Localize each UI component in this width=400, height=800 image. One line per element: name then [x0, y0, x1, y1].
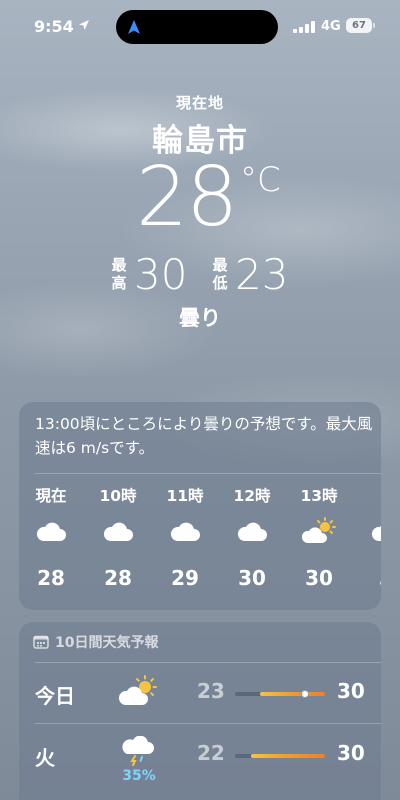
high-value: 30 — [134, 250, 188, 299]
hour-label: 10時 — [99, 487, 137, 505]
day-row[interactable]: 今日 23 30 — [19, 664, 381, 722]
divider — [35, 662, 381, 663]
low-label-char: 最 — [212, 256, 228, 274]
battery-tip — [373, 23, 375, 28]
partly-cloudy-icon — [118, 674, 159, 710]
temperature-value: 28 — [136, 150, 238, 245]
temp-range-bar — [235, 690, 325, 698]
current-weather: 現在地 輪島市 28 °C — [0, 86, 400, 246]
status-bar: 9:54 4G 67 — [0, 0, 400, 54]
high-low-temps: 最 高 30 最 低 23 — [0, 250, 400, 299]
hour-label: 現在 — [35, 487, 67, 505]
low-label: 最 低 — [211, 256, 229, 292]
current-temperature: 28 °C — [0, 150, 400, 246]
day-low: 23 — [197, 679, 225, 703]
day-high: 30 — [337, 679, 365, 703]
day-low: 22 — [197, 741, 225, 765]
hour-item: 1 3 — [356, 484, 381, 590]
thunderstorm-icon: 35% — [119, 735, 159, 784]
temp-range-fill — [251, 754, 325, 758]
hour-item: 現在 28 — [21, 484, 81, 590]
high-label-char: 高 — [111, 274, 127, 292]
partly-cloudy-icon — [289, 506, 349, 556]
navigation-arrow-icon — [128, 20, 140, 34]
calendar-icon — [33, 635, 49, 649]
cloud-icon — [356, 506, 381, 556]
forecast-summary: 13:00頃にところにより曇りの予想です。最大風速は6 m/sです。 — [35, 415, 373, 457]
high-label: 最 高 — [110, 256, 128, 292]
divider — [35, 723, 381, 724]
dynamic-island — [116, 10, 278, 44]
hour-item: 11時 29 — [155, 484, 215, 590]
status-time: 9:54 — [34, 17, 74, 36]
current-temp-dot — [301, 690, 310, 698]
hour-temp: 3 — [356, 566, 381, 590]
hour-temp: 29 — [171, 566, 199, 590]
temp-range-fill — [260, 692, 325, 696]
day-name: 火 — [35, 746, 55, 770]
hour-item: 10時 28 — [88, 484, 148, 590]
hour-item: 13時 30 — [289, 484, 349, 590]
location-label: 現在地 — [175, 94, 224, 112]
day-high: 30 — [337, 741, 365, 765]
hour-item: 12時 30 — [222, 484, 282, 590]
hour-temp: 28 — [104, 566, 132, 590]
cloud-icon — [21, 506, 81, 556]
precipitation-chance: 35% — [122, 768, 156, 784]
hour-temp: 30 — [305, 566, 333, 590]
hourly-forecast-card[interactable]: 13:00頃にところにより曇りの予想です。最大風速は6 m/sです。 現在 28… — [19, 402, 381, 610]
temp-range-bar — [235, 754, 325, 758]
low-label-char: 低 — [212, 274, 228, 292]
condition-text: 曇り — [179, 306, 221, 330]
battery-icon: 67 — [346, 18, 372, 33]
network-type: 4G — [321, 19, 341, 34]
ten-day-header: 10日間天気予報 — [33, 632, 158, 652]
temperature-unit: °C — [240, 160, 281, 200]
cloud-icon — [88, 506, 148, 556]
cloud-icon — [222, 506, 282, 556]
divider — [35, 473, 381, 474]
hour-label: 1 — [356, 484, 382, 506]
ten-day-forecast-card[interactable]: 10日間天気予報 今日 23 30 火 35% 22 30 — [19, 622, 381, 800]
location-arrow-icon — [79, 20, 89, 30]
hour-label: 11時 — [166, 487, 204, 505]
ten-day-title: 10日間天気予報 — [55, 635, 159, 651]
day-row[interactable]: 火 35% 22 30 — [19, 726, 381, 784]
cellular-signal-icon — [293, 21, 317, 33]
low-value: 23 — [235, 250, 289, 299]
hour-temp: 30 — [238, 566, 266, 590]
cloud-icon — [155, 506, 215, 556]
hour-label: 12時 — [233, 487, 271, 505]
high-label-char: 最 — [111, 256, 127, 274]
day-name: 今日 — [35, 684, 75, 708]
hour-temp: 28 — [37, 566, 65, 590]
hour-label: 13時 — [300, 487, 338, 505]
